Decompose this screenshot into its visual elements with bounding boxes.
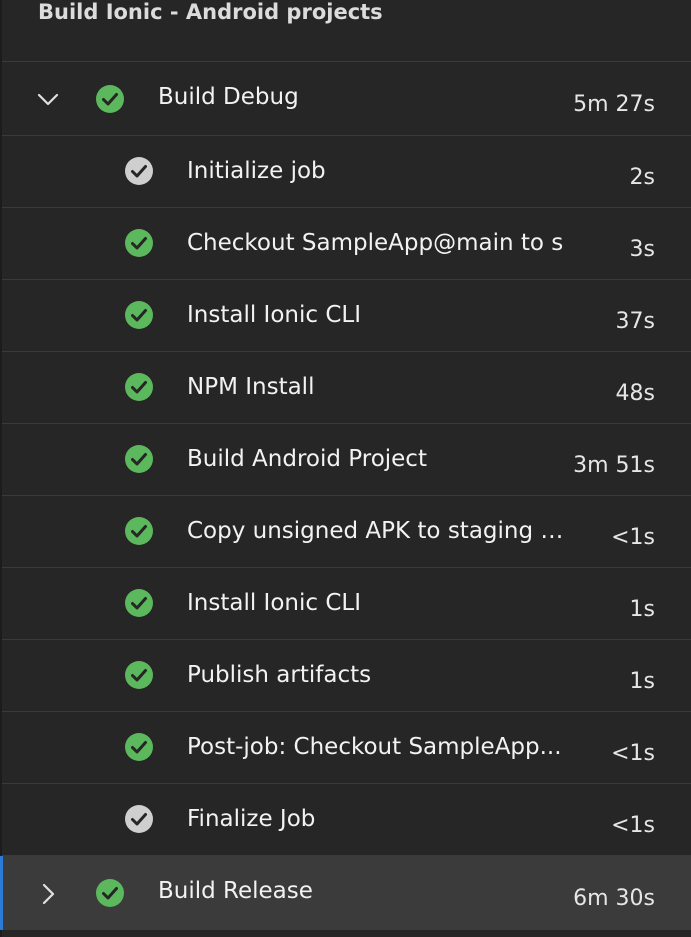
completed-neutral-check-icon: [124, 804, 154, 834]
step-name: Install Ionic CLI: [187, 590, 361, 616]
step-duration: 2s: [629, 165, 655, 190]
job-name: Build Debug: [158, 84, 299, 110]
success-check-icon: [124, 732, 154, 762]
step-row[interactable]: Copy unsigned APK to staging d... <1s: [2, 496, 691, 568]
success-check-icon: [124, 372, 154, 402]
job-row-build-release[interactable]: Build Release 6m 30s: [0, 856, 691, 930]
page-title: Build Ionic - Android projects: [38, 0, 383, 24]
success-check-icon: [124, 516, 154, 546]
step-row[interactable]: Build Android Project 3m 51s: [2, 424, 691, 496]
success-check-icon: [124, 588, 154, 618]
job-duration: 5m 27s: [573, 92, 655, 117]
chevron-down-icon[interactable]: [34, 86, 62, 114]
step-row[interactable]: Install Ionic CLI 1s: [2, 568, 691, 640]
step-row[interactable]: Checkout SampleApp@main to s 3s: [2, 208, 691, 280]
success-check-icon: [124, 660, 154, 690]
success-check-icon: [124, 444, 154, 474]
step-duration: 3m 51s: [573, 453, 655, 478]
step-duration: <1s: [611, 813, 655, 838]
step-name: Initialize job: [187, 158, 326, 184]
step-name: Build Android Project: [187, 446, 427, 472]
step-duration: 1s: [629, 669, 655, 694]
step-duration: <1s: [611, 525, 655, 550]
step-name: Publish artifacts: [187, 662, 372, 688]
success-check-icon: [95, 84, 125, 114]
step-duration: 3s: [629, 237, 655, 262]
completed-neutral-check-icon: [124, 156, 154, 186]
step-duration: 37s: [615, 309, 655, 334]
step-row[interactable]: Post-job: Checkout SampleApp... <1s: [2, 712, 691, 784]
step-duration: <1s: [611, 741, 655, 766]
step-name: Copy unsigned APK to staging d...: [187, 518, 565, 544]
job-row-build-debug[interactable]: Build Debug 5m 27s: [2, 62, 691, 136]
step-name: Post-job: Checkout SampleApp...: [187, 734, 562, 760]
chevron-right-icon[interactable]: [34, 880, 62, 908]
job-name: Build Release: [158, 878, 313, 904]
step-row[interactable]: Finalize Job <1s: [2, 784, 691, 856]
step-row[interactable]: Initialize job 2s: [2, 136, 691, 208]
job-duration: 6m 30s: [573, 886, 655, 911]
step-duration: 1s: [629, 597, 655, 622]
panel-header: Build Ionic - Android projects: [2, 0, 691, 62]
success-check-icon: [95, 878, 125, 908]
step-name: NPM Install: [187, 374, 315, 400]
step-row[interactable]: Install Ionic CLI 37s: [2, 280, 691, 352]
success-check-icon: [124, 300, 154, 330]
step-name: Finalize Job: [187, 806, 316, 832]
step-name: Checkout SampleApp@main to s: [187, 230, 564, 256]
pipeline-jobs-panel: Build Ionic - Android projects Build Deb…: [0, 0, 691, 937]
success-check-icon: [124, 228, 154, 258]
step-name: Install Ionic CLI: [187, 302, 361, 328]
step-row[interactable]: NPM Install 48s: [2, 352, 691, 424]
step-duration: 48s: [615, 381, 655, 406]
step-row[interactable]: Publish artifacts 1s: [2, 640, 691, 712]
